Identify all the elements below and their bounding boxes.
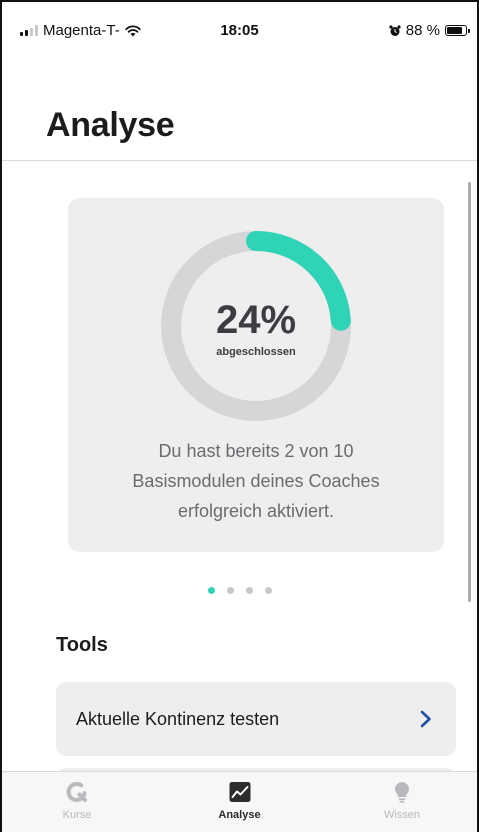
progress-message-line: Du hast bereits 2 von 10: [158, 441, 354, 461]
chart-icon: [229, 782, 250, 802]
tab-analyse[interactable]: Analyse: [165, 772, 315, 832]
page-indicator-dot[interactable]: [245, 587, 253, 594]
page-indicator-dot[interactable]: [264, 587, 272, 594]
progress-message-line: Basismodulen deines Coaches: [132, 471, 380, 491]
tool-item-label: Aktuelle Kontinenz testen: [76, 708, 280, 729]
page-indicator-dot[interactable]: [207, 587, 215, 594]
progress-card[interactable]: 24% abgeschlossen Du hast bereits 2 von …: [68, 198, 444, 552]
page-indicator-dot[interactable]: [226, 587, 234, 594]
progress-caption: abgeschlossen: [216, 346, 296, 358]
page-title: Analyse: [46, 106, 175, 144]
header-divider: [2, 160, 477, 161]
tab-kurse-label: Kurse: [62, 809, 92, 821]
tab-bar: Kurse Analyse Wissen: [2, 771, 477, 832]
tab-kurse[interactable]: Kurse: [2, 772, 152, 832]
battery-percent: 88 %: [405, 22, 440, 39]
tools-section-title: Tools: [56, 634, 108, 656]
tab-analyse-label: Analyse: [218, 809, 261, 821]
progress-percent: 24%: [215, 298, 297, 342]
progress-message-line: erfolgreich aktiviert.: [177, 501, 335, 521]
scrollbar[interactable]: [468, 182, 471, 602]
status-bar: Magenta-T- 18:05 88 %: [2, 2, 477, 64]
battery-icon: [445, 25, 470, 36]
kurse-icon: [66, 781, 87, 802]
tool-item-kontinenz-testen[interactable]: Aktuelle Kontinenz testen: [56, 682, 456, 756]
progress-ring-center: 24% abgeschlossen: [158, 300, 354, 358]
progress-ring: 24% abgeschlossen: [158, 228, 354, 424]
lightbulb-icon: [395, 782, 409, 803]
tab-wissen-label: Wissen: [383, 809, 421, 821]
status-right: 88 %: [389, 22, 470, 39]
page-indicator[interactable]: [2, 587, 477, 594]
alarm-icon: [389, 24, 401, 36]
chevron-right-icon: [420, 710, 431, 728]
progress-message: Du hast bereits 2 von 10 Basismodulen de…: [68, 436, 444, 526]
tab-wissen[interactable]: Wissen: [327, 772, 477, 832]
